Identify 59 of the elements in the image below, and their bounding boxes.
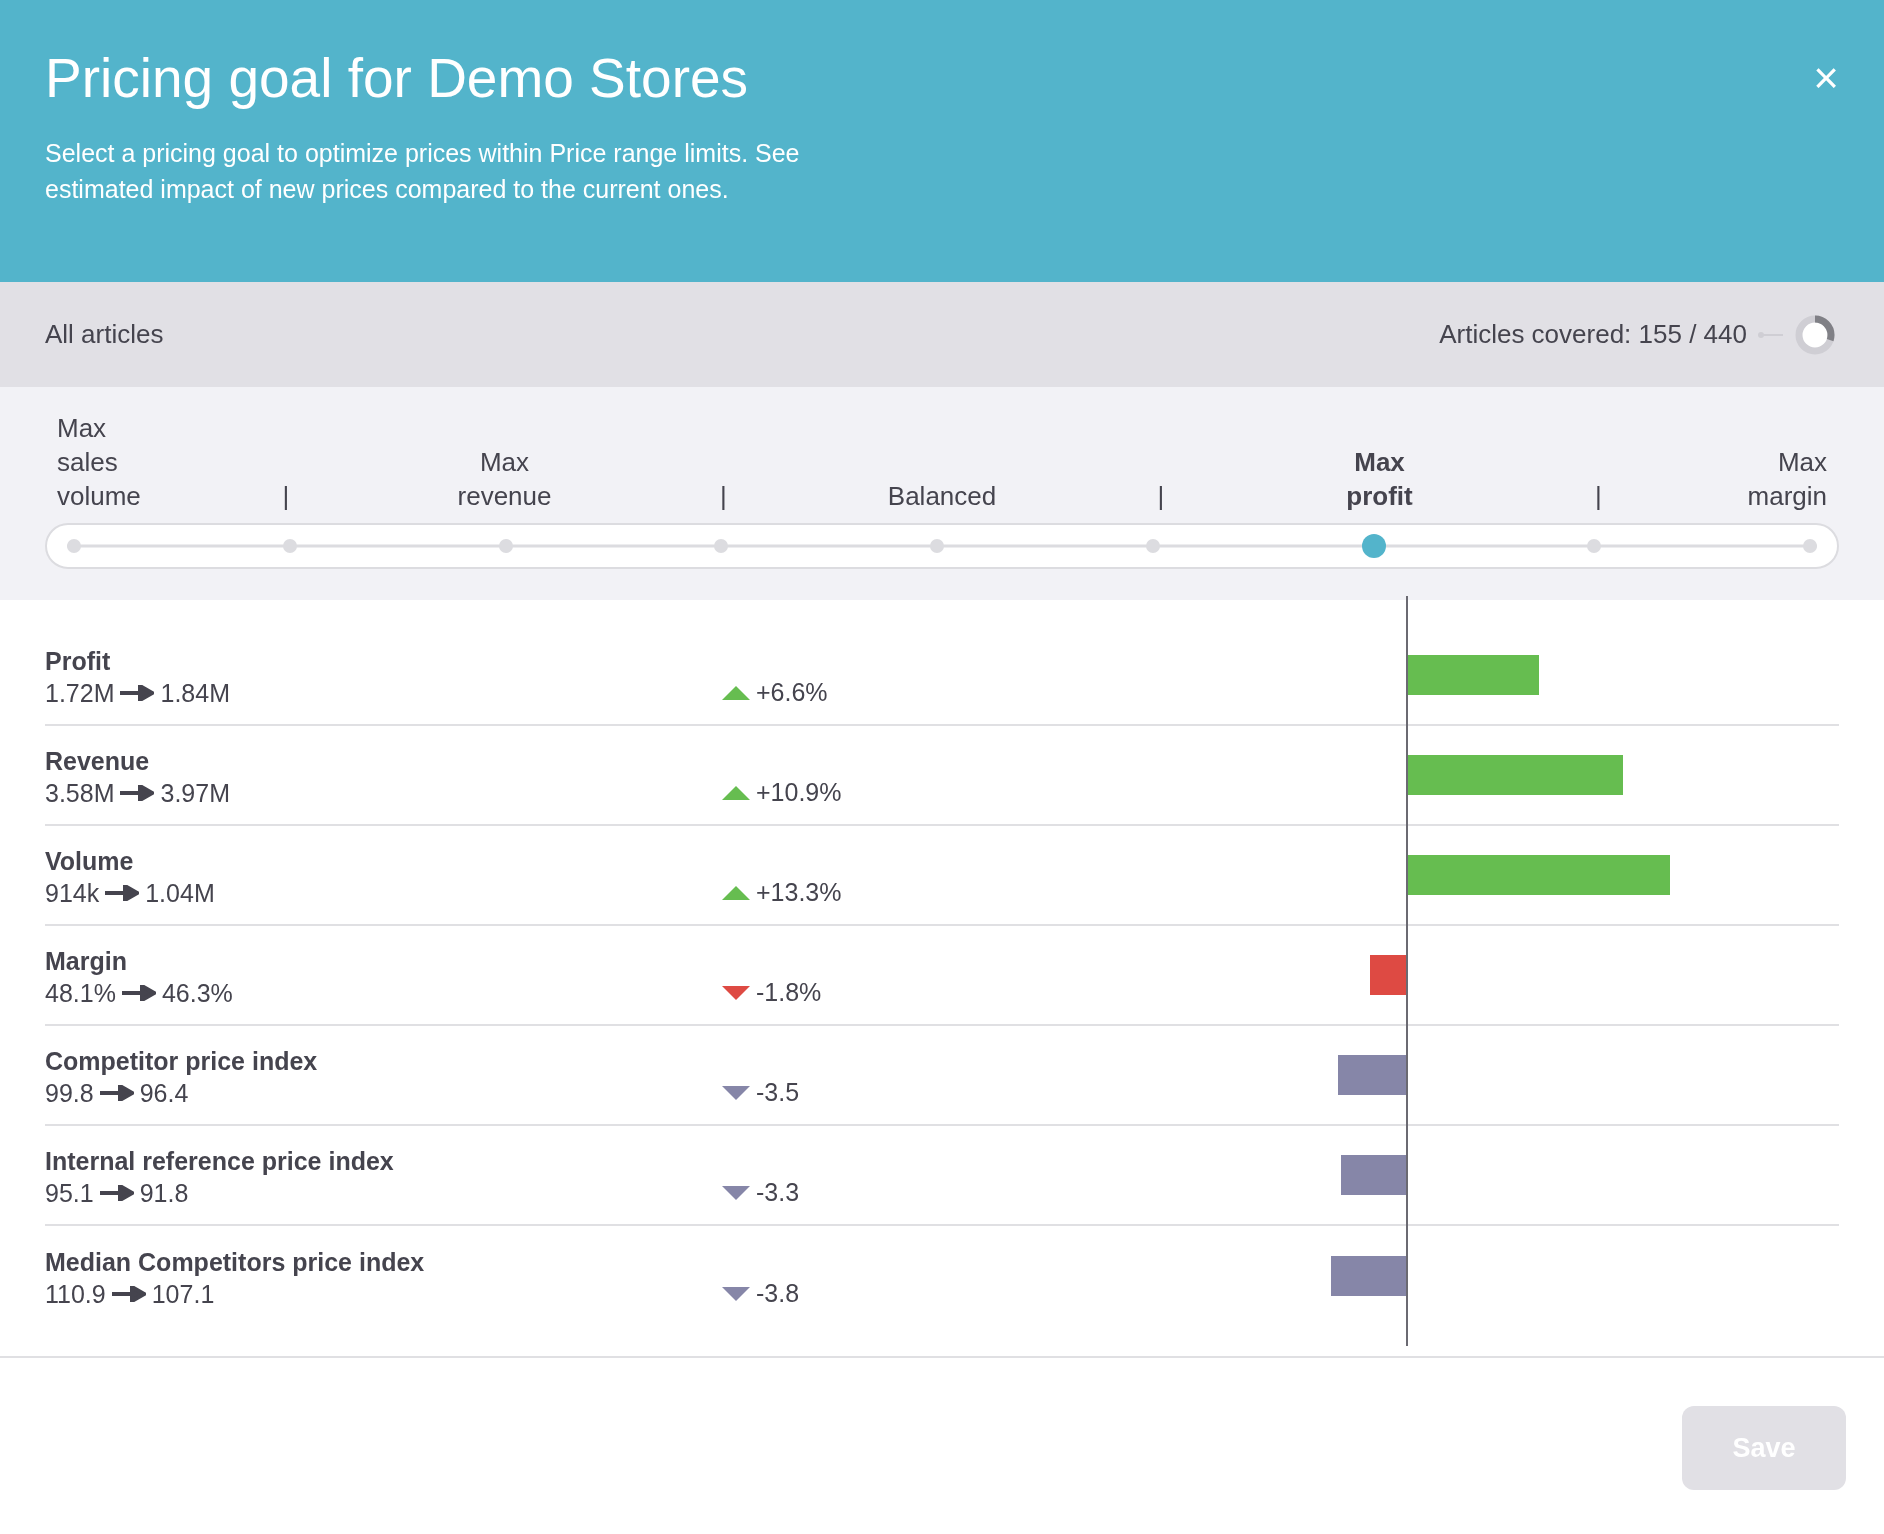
slider-stop[interactable] xyxy=(930,539,944,553)
old-value: 95.1 xyxy=(45,1178,94,1209)
metric-name: Volume xyxy=(45,846,135,877)
new-value: 96.4 xyxy=(139,1078,189,1109)
right-arrow-icon xyxy=(121,985,156,1001)
right-arrow-icon xyxy=(99,1185,134,1201)
new-value: 1.84M xyxy=(160,678,230,709)
change-value: -1.8% xyxy=(756,977,822,1009)
change-value: -3.5 xyxy=(756,1077,800,1109)
dialog-description: Select a pricing goal to optimize prices within Price range limits. See estimated impact of new prices compared to the current ones. xyxy=(45,137,801,205)
tick-separator: | xyxy=(282,480,290,513)
old-value: 48.1% xyxy=(45,978,116,1009)
right-arrow-icon xyxy=(99,1085,134,1101)
scope-label: All articles xyxy=(45,318,164,351)
slider-stop[interactable] xyxy=(1803,539,1817,553)
dialog-title: Pricing goal for Demo Stores xyxy=(45,46,750,111)
change-value: +13.3% xyxy=(756,877,842,909)
new-value: 3.97M xyxy=(160,778,230,809)
slider-stop[interactable] xyxy=(282,539,297,553)
metric-name: Profit xyxy=(45,646,112,677)
slider-stop[interactable] xyxy=(1145,539,1160,553)
goal-label: Max profit xyxy=(1346,446,1413,513)
goal-label: Max margin xyxy=(1747,446,1827,513)
goal-label: Max revenue xyxy=(457,446,552,513)
new-value: 91.8 xyxy=(139,1178,189,1209)
old-value: 3.58M xyxy=(45,778,115,809)
old-value: 914k xyxy=(45,878,100,909)
new-value: 107.1 xyxy=(151,1279,215,1310)
goal-slider[interactable] xyxy=(45,523,1839,569)
coverage-text: Articles covered: 155 / 440 xyxy=(1439,318,1747,351)
metric-name: Margin xyxy=(45,946,128,977)
tick-separator: | xyxy=(719,480,727,513)
slider-stop[interactable] xyxy=(1587,539,1602,553)
right-arrow-icon xyxy=(120,685,155,701)
change-value: -3.3 xyxy=(756,1177,800,1209)
tick-separator: | xyxy=(1157,480,1165,513)
change-value: +10.9% xyxy=(756,777,842,809)
slider-stop[interactable] xyxy=(67,539,81,553)
metric-name: Median Competitors price index xyxy=(45,1247,426,1278)
old-value: 99.8 xyxy=(45,1078,94,1109)
new-value: 46.3% xyxy=(161,978,233,1009)
metric-name: Internal reference price index xyxy=(45,1146,395,1177)
change-value: +6.6% xyxy=(756,677,828,709)
right-arrow-icon xyxy=(105,885,140,901)
slider-stop[interactable] xyxy=(714,539,729,553)
old-value: 110.9 xyxy=(45,1279,106,1310)
tick-separator: | xyxy=(1594,480,1602,513)
old-value: 1.72M xyxy=(45,678,115,709)
new-value: 1.04M xyxy=(145,878,215,909)
slider-thumb[interactable] xyxy=(1361,534,1386,558)
change-value: -3.8 xyxy=(756,1278,800,1310)
goal-label: Balanced xyxy=(887,480,997,513)
right-arrow-icon xyxy=(120,785,155,801)
metric-name: Competitor price index xyxy=(45,1046,319,1077)
metric-name: Revenue xyxy=(45,746,151,777)
goal-label: Max sales volume xyxy=(57,412,141,513)
right-arrow-icon xyxy=(111,1286,146,1302)
slider-stop[interactable] xyxy=(498,539,513,553)
close-button[interactable]: × xyxy=(1813,54,1839,102)
